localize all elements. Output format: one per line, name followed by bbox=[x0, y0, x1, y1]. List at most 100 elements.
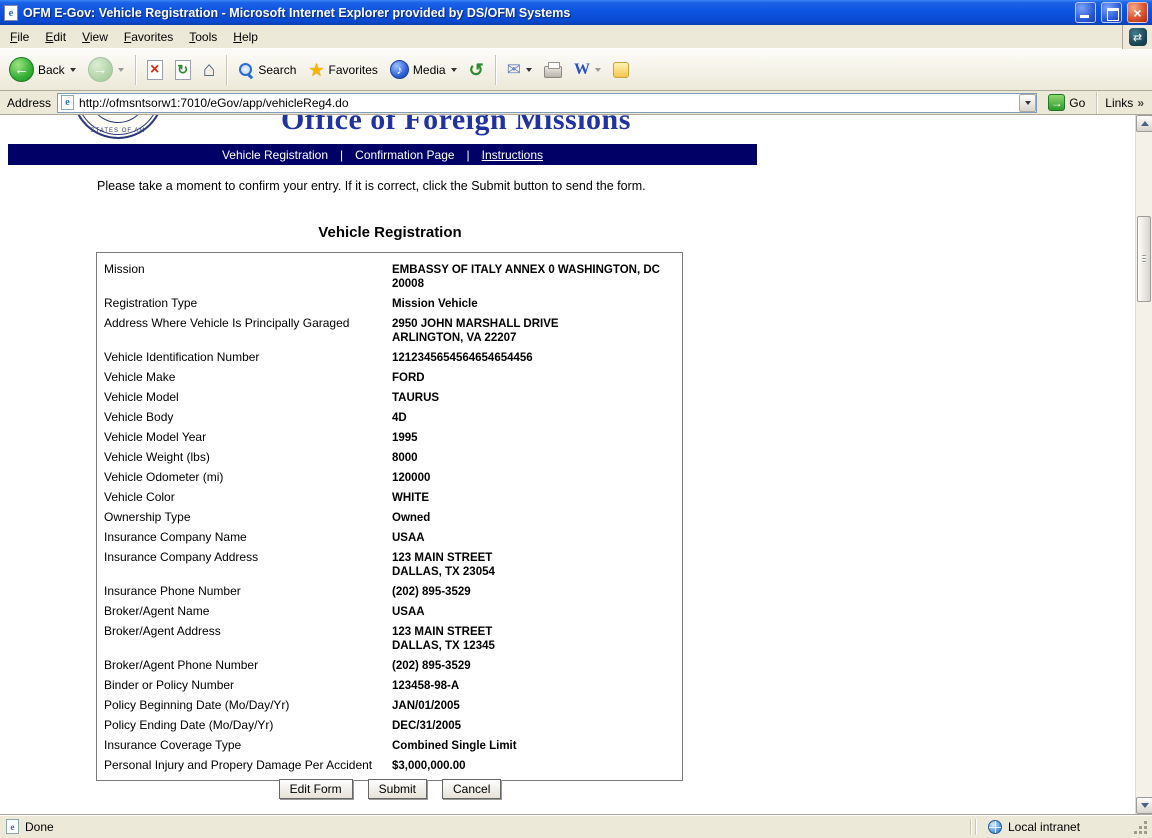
confirmation-table: Mission EMBASSY OF ITALY ANNEX 0 WASHING… bbox=[96, 252, 683, 781]
restore-button[interactable] bbox=[1101, 2, 1122, 23]
minimize-button[interactable] bbox=[1075, 2, 1096, 23]
table-row: Vehicle Weight (lbs) 8000 bbox=[97, 447, 682, 467]
mail-icon bbox=[507, 61, 521, 78]
search-button[interactable]: Search bbox=[233, 58, 301, 82]
scroll-thumb[interactable] bbox=[1137, 216, 1151, 302]
nav-separator: | bbox=[340, 148, 343, 162]
favorites-button[interactable]: Favorites bbox=[303, 57, 383, 83]
search-label: Search bbox=[258, 63, 296, 77]
status-left-pane: Done bbox=[6, 819, 966, 834]
discuss-icon bbox=[613, 62, 629, 78]
menu-item[interactable]: View bbox=[74, 26, 116, 48]
status-bar: Done Local intranet bbox=[0, 814, 1152, 838]
menu-item[interactable]: Tools bbox=[181, 26, 225, 48]
menu-item[interactable]: File bbox=[2, 26, 37, 48]
address-dropdown-button[interactable] bbox=[1019, 94, 1036, 112]
forward-icon: → bbox=[88, 57, 113, 82]
back-button[interactable]: ← Back bbox=[4, 53, 81, 86]
security-zone-pane: Local intranet bbox=[980, 818, 1130, 836]
print-icon bbox=[544, 66, 562, 78]
close-button[interactable]: × bbox=[1127, 2, 1148, 23]
discuss-button[interactable] bbox=[608, 58, 634, 82]
field-label: Vehicle Odometer (mi) bbox=[104, 470, 392, 485]
field-label: Mission bbox=[104, 262, 392, 291]
media-dropdown-icon[interactable] bbox=[451, 68, 457, 72]
field-value: Mission Vehicle bbox=[392, 296, 674, 311]
field-value: EMBASSY OF ITALY ANNEX 0 WASHINGTON, DC … bbox=[392, 262, 674, 291]
browser-window: OFM E-Gov: Vehicle Registration - Micros… bbox=[0, 0, 1152, 838]
field-value: TAURUS bbox=[392, 390, 674, 405]
field-label: Binder or Policy Number bbox=[104, 678, 392, 693]
refresh-button[interactable] bbox=[170, 56, 196, 84]
status-text: Done bbox=[25, 820, 54, 834]
nav-separator: | bbox=[467, 148, 470, 162]
forward-button[interactable]: → bbox=[83, 53, 129, 86]
address-page-icon bbox=[61, 95, 74, 110]
resize-grip[interactable] bbox=[1134, 818, 1149, 836]
menu-item[interactable]: Edit bbox=[37, 26, 74, 48]
scroll-up-arrow-icon bbox=[1141, 121, 1149, 126]
back-dropdown-icon[interactable] bbox=[70, 68, 76, 72]
scroll-up-button[interactable] bbox=[1136, 115, 1152, 132]
field-value: 120000 bbox=[392, 470, 674, 485]
table-row: Broker/Agent Address 123 MAIN STREET DAL… bbox=[97, 621, 682, 655]
field-value: (202) 895-3529 bbox=[392, 584, 674, 599]
site-title: Office of Foreign Missions bbox=[281, 115, 631, 137]
table-row: Vehicle Identification Number 1212345654… bbox=[97, 347, 682, 367]
table-row: Vehicle Model Year 1995 bbox=[97, 427, 682, 447]
stop-icon bbox=[147, 60, 163, 80]
field-label: Broker/Agent Address bbox=[104, 624, 392, 653]
back-icon: ← bbox=[9, 57, 34, 82]
edit-with-word-button[interactable] bbox=[569, 58, 606, 82]
nav-item-vehicle-registration: Vehicle Registration bbox=[222, 148, 328, 162]
scroll-down-button[interactable] bbox=[1136, 797, 1152, 814]
menu-item[interactable]: Help bbox=[225, 26, 266, 48]
favorites-label: Favorites bbox=[329, 63, 378, 77]
vertical-scrollbar[interactable] bbox=[1135, 115, 1152, 814]
table-row: Address Where Vehicle Is Principally Gar… bbox=[97, 313, 682, 347]
media-icon bbox=[390, 60, 409, 79]
field-value: 8000 bbox=[392, 450, 674, 465]
field-value: 123 MAIN STREET DALLAS, TX 23054 bbox=[392, 550, 674, 579]
mail-button[interactable] bbox=[502, 57, 537, 82]
field-label: Vehicle Identification Number bbox=[104, 350, 392, 365]
menu-item[interactable]: Favorites bbox=[116, 26, 181, 48]
print-button[interactable] bbox=[539, 57, 567, 82]
field-label: Insurance Coverage Type bbox=[104, 738, 392, 753]
mail-dropdown-icon[interactable] bbox=[526, 68, 532, 72]
field-value: 1212345654564654654456 bbox=[392, 350, 674, 365]
field-label: Policy Beginning Date (Mo/Day/Yr) bbox=[104, 698, 392, 713]
word-icon bbox=[574, 62, 590, 78]
links-bar[interactable]: Links » bbox=[1096, 92, 1150, 114]
history-icon bbox=[469, 61, 484, 79]
table-row: Policy Beginning Date (Mo/Day/Yr) JAN/01… bbox=[97, 695, 682, 715]
table-row: Vehicle Color WHITE bbox=[97, 487, 682, 507]
submit-button[interactable]: Submit bbox=[368, 779, 427, 799]
home-button[interactable] bbox=[198, 55, 221, 84]
media-button[interactable]: Media bbox=[385, 56, 462, 83]
word-dropdown-icon bbox=[595, 68, 601, 72]
toolbar-separator bbox=[226, 55, 227, 85]
nav-link-instructions[interactable]: Instructions bbox=[482, 148, 543, 162]
address-input[interactable]: http://ofmsntsorw1:7010/eGov/app/vehicle… bbox=[57, 93, 1037, 113]
status-pane-separator bbox=[975, 819, 976, 835]
page-title: Vehicle Registration bbox=[0, 224, 780, 241]
page-nav-bar: Vehicle Registration | Confirmation Page… bbox=[8, 144, 757, 165]
web-page: STATES OF AM Office of Foreign Missions … bbox=[0, 115, 1135, 814]
stop-button[interactable] bbox=[142, 56, 168, 84]
favorites-star-icon bbox=[308, 61, 324, 79]
table-row: Insurance Company Name USAA bbox=[97, 527, 682, 547]
field-label: Vehicle Body bbox=[104, 410, 392, 425]
field-value: 123458-98-A bbox=[392, 678, 674, 693]
table-row: Registration Type Mission Vehicle bbox=[97, 293, 682, 313]
field-label: Vehicle Model bbox=[104, 390, 392, 405]
go-button[interactable]: Go bbox=[1043, 93, 1090, 112]
history-button[interactable] bbox=[464, 57, 489, 83]
nav-item-confirmation-page: Confirmation Page bbox=[355, 148, 454, 162]
edit-form-button[interactable]: Edit Form bbox=[279, 779, 353, 799]
table-row: Vehicle Make FORD bbox=[97, 367, 682, 387]
refresh-icon bbox=[175, 60, 191, 80]
field-value: $3,000,000.00 bbox=[392, 758, 674, 773]
cancel-button[interactable]: Cancel bbox=[442, 779, 501, 799]
table-row: Policy Ending Date (Mo/Day/Yr) DEC/31/20… bbox=[97, 715, 682, 735]
